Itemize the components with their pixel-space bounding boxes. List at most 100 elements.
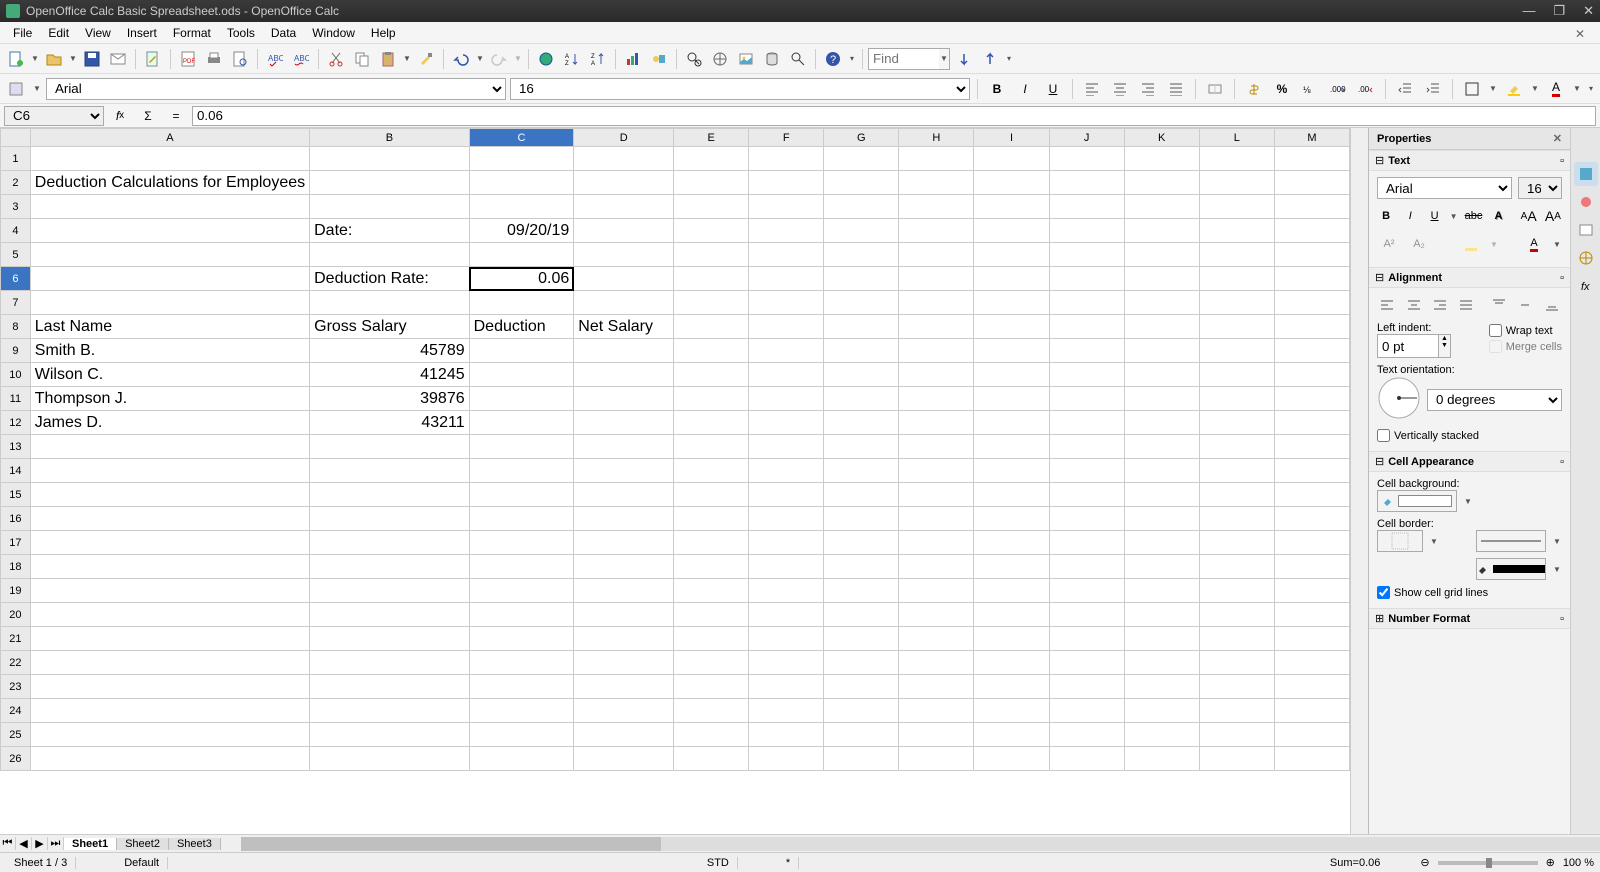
cell-M4[interactable]	[1274, 219, 1349, 243]
row-header-6[interactable]: 6	[1, 267, 31, 291]
row-header-13[interactable]: 13	[1, 435, 31, 459]
cell-B25[interactable]	[310, 723, 470, 747]
row-header-1[interactable]: 1	[1, 147, 31, 171]
cell-B23[interactable]	[310, 675, 470, 699]
cell-L25[interactable]	[1199, 723, 1274, 747]
cell-H5[interactable]	[899, 243, 974, 267]
cell-K25[interactable]	[1124, 723, 1199, 747]
cell-H18[interactable]	[899, 555, 974, 579]
find-replace-icon[interactable]	[682, 47, 706, 71]
cell-B4[interactable]: Date:	[310, 219, 470, 243]
cell-E25[interactable]	[674, 723, 749, 747]
cell-E18[interactable]	[674, 555, 749, 579]
cell-D1[interactable]	[574, 147, 674, 171]
cell-F12[interactable]	[749, 411, 824, 435]
cell-E24[interactable]	[674, 699, 749, 723]
col-header-K[interactable]: K	[1124, 129, 1199, 147]
cell-L17[interactable]	[1199, 531, 1274, 555]
cell-H10[interactable]	[899, 363, 974, 387]
cell-K26[interactable]	[1124, 747, 1199, 771]
cell-J11[interactable]	[1049, 387, 1124, 411]
cell-E20[interactable]	[674, 603, 749, 627]
cell-G18[interactable]	[824, 555, 899, 579]
cell-D10[interactable]	[574, 363, 674, 387]
cell-G14[interactable]	[824, 459, 899, 483]
cell-E4[interactable]	[674, 219, 749, 243]
row-header-17[interactable]: 17	[1, 531, 31, 555]
row-header-10[interactable]: 10	[1, 363, 31, 387]
cell-C15[interactable]	[469, 483, 574, 507]
cell-J19[interactable]	[1049, 579, 1124, 603]
row-header-15[interactable]: 15	[1, 483, 31, 507]
halign-left-icon[interactable]	[1377, 294, 1397, 316]
sidebar-tab-functions-icon[interactable]: fx	[1574, 274, 1598, 298]
cell-I2[interactable]	[974, 171, 1049, 195]
increase-indent-icon[interactable]	[1421, 77, 1445, 101]
cell-I25[interactable]	[974, 723, 1049, 747]
cell-I14[interactable]	[974, 459, 1049, 483]
fontcolor-dropdown[interactable]: ▼	[1572, 84, 1582, 93]
cell-C12[interactable]	[469, 411, 574, 435]
cell-M17[interactable]	[1274, 531, 1349, 555]
sidebar-strike-icon[interactable]: abc	[1464, 205, 1484, 227]
cell-D6[interactable]	[574, 267, 674, 291]
cell-G11[interactable]	[824, 387, 899, 411]
col-header-L[interactable]: L	[1199, 129, 1274, 147]
cell-F5[interactable]	[749, 243, 824, 267]
cell-G1[interactable]	[824, 147, 899, 171]
cell-A23[interactable]	[30, 675, 309, 699]
cell-D12[interactable]	[574, 411, 674, 435]
menu-window[interactable]: Window	[305, 24, 362, 42]
row-header-8[interactable]: 8	[1, 315, 31, 339]
cell-H15[interactable]	[899, 483, 974, 507]
print-icon[interactable]	[202, 47, 226, 71]
cell-M12[interactable]	[1274, 411, 1349, 435]
cell-J1[interactable]	[1049, 147, 1124, 171]
select-all-corner[interactable]	[1, 129, 31, 147]
cell-L11[interactable]	[1199, 387, 1274, 411]
spreadsheet-area[interactable]: ABCDEFGHIJKLM12Deduction Calculations fo…	[0, 128, 1350, 834]
cell-I16[interactable]	[974, 507, 1049, 531]
cell-G24[interactable]	[824, 699, 899, 723]
cell-H9[interactable]	[899, 339, 974, 363]
cell-D18[interactable]	[574, 555, 674, 579]
cell-E23[interactable]	[674, 675, 749, 699]
cell-I7[interactable]	[974, 291, 1049, 315]
cell-J24[interactable]	[1049, 699, 1124, 723]
cell-K10[interactable]	[1124, 363, 1199, 387]
menu-data[interactable]: Data	[264, 24, 303, 42]
cell-A17[interactable]	[30, 531, 309, 555]
sidebar-font-select[interactable]: Arial	[1377, 177, 1512, 199]
hyperlink-icon[interactable]	[534, 47, 558, 71]
cell-E5[interactable]	[674, 243, 749, 267]
cell-G16[interactable]	[824, 507, 899, 531]
cell-J17[interactable]	[1049, 531, 1124, 555]
cell-J13[interactable]	[1049, 435, 1124, 459]
bold-icon[interactable]: B	[985, 77, 1009, 101]
toolbar-more[interactable]: ▾	[847, 54, 857, 63]
row-header-11[interactable]: 11	[1, 387, 31, 411]
cell-L4[interactable]	[1199, 219, 1274, 243]
cell-G23[interactable]	[824, 675, 899, 699]
cell-B1[interactable]	[310, 147, 470, 171]
merge-cells-checkbox[interactable]: Merge cells	[1489, 340, 1562, 353]
borders-dropdown[interactable]: ▼	[1488, 84, 1498, 93]
cell-E1[interactable]	[674, 147, 749, 171]
cell-C20[interactable]	[469, 603, 574, 627]
cell-G7[interactable]	[824, 291, 899, 315]
cell-A14[interactable]	[30, 459, 309, 483]
cell-C16[interactable]	[469, 507, 574, 531]
cell-H6[interactable]	[899, 267, 974, 291]
cell-M5[interactable]	[1274, 243, 1349, 267]
cell-bg-picker[interactable]	[1377, 490, 1457, 512]
cell-D26[interactable]	[574, 747, 674, 771]
vertical-scrollbar[interactable]	[1350, 128, 1368, 834]
cell-I26[interactable]	[974, 747, 1049, 771]
cell-G26[interactable]	[824, 747, 899, 771]
cell-I18[interactable]	[974, 555, 1049, 579]
cell-G13[interactable]	[824, 435, 899, 459]
cell-J8[interactable]	[1049, 315, 1124, 339]
autospell-icon[interactable]: ABC	[289, 47, 313, 71]
section-more-icon[interactable]: ▫	[1560, 155, 1564, 167]
cell-L5[interactable]	[1199, 243, 1274, 267]
